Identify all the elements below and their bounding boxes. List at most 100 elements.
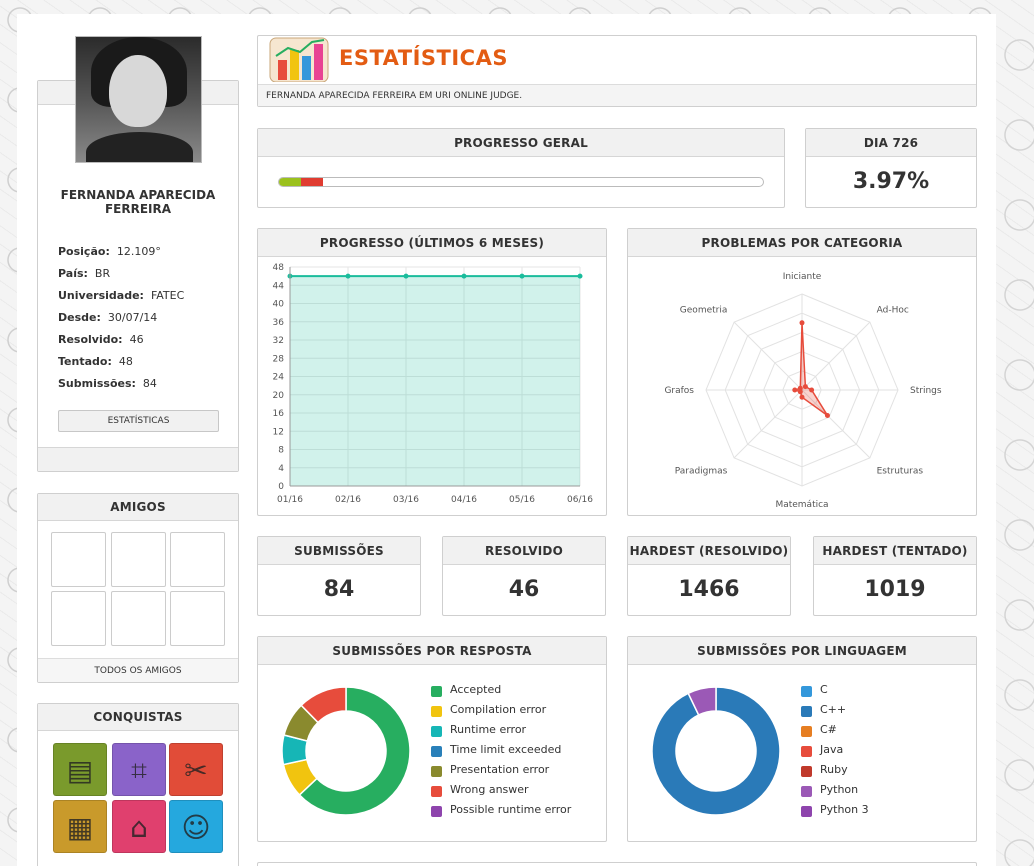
legend-label: Possible runtime error <box>450 803 572 816</box>
progress-chart-panel: PROGRESSO (ÚLTIMOS 6 MESES) 0 4 8 12 16 20 24 2… <box>257 228 607 516</box>
page: FERNANDA APARECIDA FERREIRA Posição: 12.… <box>17 14 996 866</box>
profile-stat: Universidade: FATEC <box>58 289 184 302</box>
progress-area-chart: 0481216202428323640444801/16 02/16 03/16 04… <box>273 263 594 505</box>
achievement-badge[interactable]: ▤ <box>53 743 107 796</box>
y-tick-label: 28 <box>273 354 285 364</box>
radar-point[interactable] <box>802 384 808 390</box>
legend-swatch <box>801 726 812 737</box>
legend-label: Presentation error <box>450 763 550 776</box>
y-tick-label: 44 <box>273 281 285 291</box>
progress-solved-fill <box>279 178 301 186</box>
counter-panel: RESOLVIDO 46 <box>442 536 606 616</box>
data-point[interactable] <box>519 273 525 279</box>
radar-point[interactable] <box>799 394 805 400</box>
data-point[interactable] <box>461 273 467 279</box>
legend-label: Java <box>820 743 844 756</box>
legend-item: C++ <box>801 703 847 717</box>
x-tick-label: 03/16 <box>393 495 419 505</box>
legend-swatch <box>431 726 442 737</box>
legend-item: C <box>801 683 828 697</box>
progress-chart-title: PROGRESSO (ÚLTIMOS 6 MESES) <box>258 229 606 257</box>
profile-stat-label: País: <box>58 267 88 280</box>
friend-slot[interactable] <box>51 532 106 587</box>
profile-stat-label: Posição: <box>58 245 110 258</box>
overall-progress-title: PROGRESSO GERAL <box>258 129 784 157</box>
legend-item: Ruby <box>801 763 848 777</box>
category-chart-title: PROBLEMAS POR CATEGORIA <box>628 229 976 257</box>
data-point[interactable] <box>403 273 409 279</box>
counter-value: 1466 <box>678 577 740 602</box>
radar-point[interactable] <box>824 412 830 418</box>
day-percentage: 3.97% <box>852 169 930 194</box>
title-panel: ESTATÍSTICAS FERNANDA APARECIDA FERREIRA… <box>257 35 977 107</box>
language-donut-chart <box>651 686 781 816</box>
counter-panel: HARDEST (TENTADO) 1019 <box>813 536 977 616</box>
legend-swatch <box>801 786 812 797</box>
tools-icon: ✂ <box>184 754 208 787</box>
data-point[interactable] <box>345 273 351 279</box>
achievements-panel: CONQUISTAS ▤ ⌗ ✂ ▦ ⌂ ☺ <box>37 703 239 866</box>
legend-item: Python 3 <box>801 803 869 817</box>
friend-slot[interactable] <box>111 591 166 646</box>
radar-axis-label: Paradigmas <box>675 467 728 477</box>
gift-icon: ⌗ <box>131 754 147 787</box>
legend-item: C# <box>801 723 837 737</box>
legend-swatch <box>431 806 442 817</box>
y-tick-label: 32 <box>273 336 284 346</box>
achievement-badge[interactable]: ⌗ <box>112 743 166 796</box>
profile-name: FERNANDA APARECIDA FERREIRA <box>60 188 216 216</box>
counter-panel: HARDEST (RESOLVIDO) 1466 <box>627 536 791 616</box>
overall-progress-bar <box>278 177 764 187</box>
profile-stat-value: 12.109° <box>116 245 161 258</box>
y-tick-label: 24 <box>273 373 285 383</box>
document-icon: ▤ <box>66 754 94 787</box>
day-panel: DIA 726 3.97% <box>805 128 977 208</box>
legend-swatch <box>431 746 442 757</box>
profile-stat-value: 84 <box>142 377 157 390</box>
counter-title: RESOLVIDO <box>443 537 605 565</box>
language-chart-title: SUBMISSÕES POR LINGUAGEM <box>628 637 976 665</box>
legend-label: Compilation error <box>450 703 547 716</box>
y-tick-label: 0 <box>278 482 284 492</box>
legend-item: Java <box>801 743 844 757</box>
legend-swatch <box>431 786 442 797</box>
friend-slot[interactable] <box>111 532 166 587</box>
data-point[interactable] <box>577 273 583 279</box>
achievement-badge[interactable]: ▦ <box>53 800 107 853</box>
achievement-badge[interactable]: ✂ <box>169 743 223 796</box>
legend-label: C# <box>820 723 837 736</box>
profile-stat-value: FATEC <box>150 289 185 302</box>
avatar[interactable] <box>75 36 202 163</box>
radar-point[interactable] <box>799 320 805 326</box>
radar-point[interactable] <box>792 387 798 393</box>
friend-slot[interactable] <box>170 591 225 646</box>
area-fill <box>290 276 580 486</box>
legend-swatch <box>431 706 442 717</box>
stats-button[interactable]: ESTATÍSTICAS <box>58 410 219 432</box>
profile-stat-label: Universidade: <box>58 289 144 302</box>
profile-stat: Desde: 30/07/14 <box>58 311 157 324</box>
legend-swatch <box>801 766 812 777</box>
legend-swatch <box>801 746 812 757</box>
x-tick-label: 06/16 <box>567 495 593 505</box>
achievement-badge[interactable]: ☺ <box>169 800 223 853</box>
x-tick-label: 04/16 <box>451 495 477 505</box>
profile-stat: Submissões: 84 <box>58 377 157 390</box>
response-chart-title: SUBMISSÕES POR RESPOSTA <box>258 637 606 665</box>
legend-label: C++ <box>820 703 847 716</box>
friends-panel: AMIGOS TODOS OS AMIGOS <box>37 493 239 683</box>
radar-axis-label: Estruturas <box>877 467 924 477</box>
radar-point[interactable] <box>809 387 815 393</box>
overall-progress-panel: PROGRESSO GERAL <box>257 128 785 208</box>
legend-swatch <box>801 806 812 817</box>
radar-axis-label: Grafos <box>664 386 694 396</box>
radar-axis-label: Strings <box>910 386 942 396</box>
counter-value: 46 <box>508 577 540 602</box>
radar-point[interactable] <box>797 385 803 391</box>
achievement-badge[interactable]: ⌂ <box>112 800 166 853</box>
person-icon: ☺ <box>181 811 211 844</box>
all-friends-link[interactable]: TODOS OS AMIGOS <box>38 658 238 682</box>
friend-slot[interactable] <box>51 591 106 646</box>
language-chart-panel: SUBMISSÕES POR LINGUAGEM C C++ C# Java Ruby P… <box>627 636 977 842</box>
friend-slot[interactable] <box>170 532 225 587</box>
